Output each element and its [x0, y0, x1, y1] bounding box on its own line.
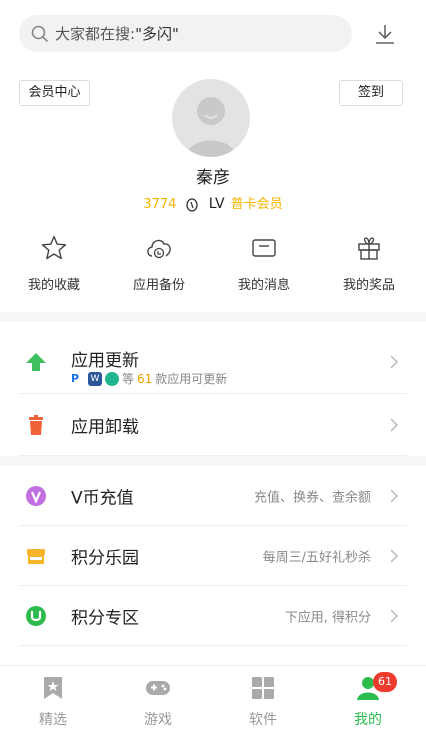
my-favorites-button[interactable]: 我的收藏: [14, 234, 94, 293]
sign-in-button[interactable]: 签到: [339, 80, 403, 106]
u-circle-icon: [26, 605, 46, 626]
level-label: LV: [208, 196, 225, 212]
search-bar[interactable]: 大家都在搜:"多闪": [19, 15, 352, 52]
tab-mine[interactable]: 61 我的: [328, 672, 408, 729]
up-arrow-icon: [26, 352, 46, 371]
row-title: 应用卸载: [71, 417, 139, 437]
tab-label: 游戏: [144, 712, 172, 728]
row-title: 应用更新: [71, 351, 139, 371]
quick-actions: 我的收藏 应用备份 我的消息 我的奖品: [0, 234, 426, 294]
quick-label: 我的消息: [237, 278, 290, 293]
app-backup-button[interactable]: 应用备份: [119, 234, 199, 293]
tab-label: 我的: [354, 712, 382, 728]
vip-center-button[interactable]: 会员中心: [19, 80, 90, 106]
star-icon: [41, 235, 67, 260]
divider: [0, 312, 426, 322]
bottom-tab-bar: 精选 游戏 软件 61 我的: [0, 665, 426, 749]
points-zone-row[interactable]: 积分专区 下应用, 得积分: [19, 586, 407, 646]
avatar[interactable]: [172, 79, 250, 157]
vcoin-recharge-row[interactable]: V币充值 充值、换券、查余额: [19, 466, 407, 526]
tab-label: 精选: [39, 712, 67, 728]
default-avatar-icon: [186, 97, 236, 157]
points-park-row[interactable]: 积分乐园 每周三/五好礼秒杀: [19, 526, 407, 586]
quick-label: 我的奖品: [342, 278, 395, 293]
bookmark-star-icon: [44, 677, 62, 699]
chevron-right-icon: [390, 354, 399, 369]
app-update-row[interactable]: 应用更新 P W 等 61 款应用可更新: [19, 330, 407, 394]
gift-icon: [358, 237, 380, 260]
chevron-right-icon: [390, 488, 399, 503]
notification-badge: 61: [373, 672, 397, 692]
quick-label: 应用备份: [132, 278, 185, 293]
app-icon-green: [105, 371, 119, 386]
app-icon-p: P: [71, 371, 85, 386]
trash-icon: [29, 414, 43, 435]
chevron-right-icon: [390, 608, 399, 623]
row-subtitle: P W 等 61 款应用可更新: [71, 371, 228, 386]
vcoin-icon: [26, 485, 46, 506]
row-title: V币充值: [71, 488, 134, 508]
username: 秦彦: [196, 168, 230, 188]
row-hint: 每周三/五好礼秒杀: [262, 550, 371, 565]
tab-label: 软件: [249, 712, 277, 728]
level-row: 3774 LV 普卡会员: [0, 193, 426, 212]
cloud-backup-icon: [147, 239, 171, 259]
profile-page: 大家都在搜:"多闪" 会员中心 签到 秦彦 3774 LV 普卡会员 我的收藏: [0, 0, 426, 749]
points-value: 3774: [143, 197, 177, 212]
download-icon[interactable]: [373, 22, 397, 46]
row-hint: 充值、换券、查余额: [253, 490, 371, 505]
tab-games[interactable]: 游戏: [118, 676, 198, 729]
search-icon: [31, 25, 49, 42]
chevron-right-icon: [390, 417, 399, 432]
shop-icon: [27, 548, 45, 564]
my-messages-button[interactable]: 我的消息: [224, 234, 304, 293]
quick-label: 我的收藏: [27, 278, 80, 293]
tab-software[interactable]: 软件: [223, 676, 303, 729]
grid-icon: [252, 677, 274, 699]
row-title: 积分专区: [71, 608, 139, 628]
membership-label[interactable]: 普卡会员: [231, 197, 283, 212]
row-title: 积分乐园: [71, 548, 139, 568]
message-icon: [252, 239, 276, 257]
app-icon-word: W: [88, 371, 102, 386]
row-hint: 下应用, 得积分: [284, 610, 371, 625]
coin-icon: [185, 197, 198, 212]
app-uninstall-row[interactable]: 应用卸载: [19, 394, 407, 456]
tab-featured[interactable]: 精选: [13, 676, 93, 729]
divider: [0, 456, 426, 466]
chevron-right-icon: [390, 548, 399, 563]
gamepad-icon: [146, 681, 170, 695]
my-prizes-button[interactable]: 我的奖品: [329, 234, 409, 293]
search-placeholder: 大家都在搜:"多闪": [55, 25, 179, 43]
